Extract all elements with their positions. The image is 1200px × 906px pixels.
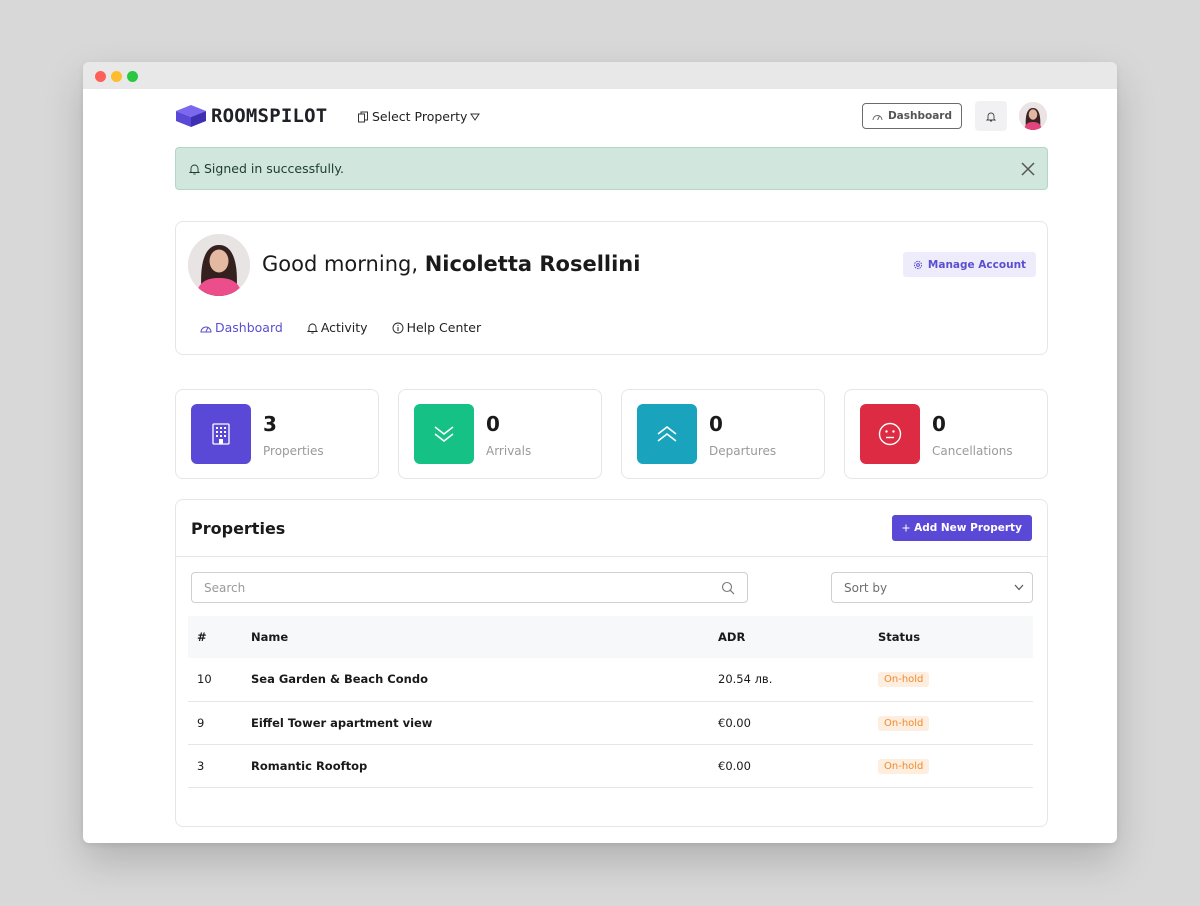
roomspilot-logo-icon — [176, 105, 206, 127]
stat-departures[interactable]: 0 Departures — [621, 389, 825, 479]
search-icon — [721, 581, 735, 595]
properties-table: # Name ADR Status 10 Sea Garden & Beach … — [188, 616, 1033, 788]
profile-card: Good morning, Nicoletta Rosellini Manage… — [175, 221, 1048, 355]
stat-properties[interactable]: 3 Properties — [175, 389, 379, 479]
tab-dashboard-label: Dashboard — [215, 320, 283, 335]
bell-icon — [306, 323, 318, 333]
success-alert: Signed in successfully. — [175, 147, 1048, 190]
row-id: 9 — [188, 701, 251, 745]
bell-icon — [986, 112, 996, 121]
stat-cancellations-icon-box — [860, 404, 920, 464]
row-name[interactable]: Sea Garden & Beach Condo — [251, 658, 718, 702]
column-header-name[interactable]: Name — [251, 616, 718, 658]
stat-cancellations-label: Cancellations — [932, 444, 1013, 458]
tab-activity[interactable]: Activity — [306, 320, 368, 335]
user-avatar[interactable] — [1019, 102, 1047, 130]
profile-tabs: Dashboard Activity Help Center — [200, 320, 481, 335]
stat-arrivals-value: 0 — [486, 412, 500, 436]
status-badge: On-hold — [878, 672, 930, 688]
manage-account-button[interactable]: Manage Account — [903, 252, 1036, 277]
table-row[interactable]: 3 Romantic Rooftop €0.00 On-hold — [188, 744, 1033, 788]
bell-icon — [189, 164, 200, 174]
stat-departures-icon-box — [637, 404, 697, 464]
column-header-status[interactable]: Status — [878, 616, 1033, 658]
status-badge: On-hold — [878, 715, 930, 731]
stat-departures-value: 0 — [709, 412, 723, 436]
plus-icon — [902, 524, 910, 532]
browser-window: ROOMSPILOT Select Property Dashboard Sig… — [83, 62, 1117, 843]
tab-help-center-label: Help Center — [406, 320, 482, 335]
tab-help-center[interactable]: Help Center — [392, 320, 482, 335]
properties-title: Properties — [191, 519, 286, 538]
user-name: Nicoletta Rosellini — [424, 252, 641, 276]
add-new-property-label: Add New Property — [914, 522, 1022, 534]
chevron-down-icon — [1014, 584, 1024, 591]
row-id: 3 — [188, 744, 251, 788]
stat-cancellations-value: 0 — [932, 412, 946, 436]
tab-activity-label: Activity — [320, 320, 368, 335]
minimize-window-button[interactable] — [111, 71, 122, 82]
gear-icon — [913, 260, 923, 269]
avatar-image — [188, 234, 250, 296]
tab-dashboard[interactable]: Dashboard — [200, 320, 283, 335]
status-badge: On-hold — [878, 758, 930, 774]
properties-header: Properties Add New Property — [176, 500, 1047, 557]
column-header-number[interactable]: # — [188, 616, 251, 658]
greeting-text: Good morning, — [262, 252, 419, 276]
stat-properties-icon-box — [191, 404, 251, 464]
notifications-button[interactable] — [975, 101, 1007, 131]
header-dashboard-label: Dashboard — [887, 110, 953, 122]
greeting: Good morning, Nicoletta Rosellini — [262, 252, 640, 276]
maximize-window-button[interactable] — [127, 71, 138, 82]
row-name[interactable]: Eiffel Tower apartment view — [251, 701, 718, 745]
neutral-face-icon — [878, 422, 902, 446]
stat-departures-label: Departures — [709, 444, 777, 458]
row-adr: 20.54 лв. — [718, 658, 878, 702]
speedometer-icon — [872, 114, 883, 120]
sort-placeholder: Sort by — [844, 580, 888, 595]
table-row[interactable]: 10 Sea Garden & Beach Condo 20.54 лв. On… — [188, 658, 1033, 702]
sort-select[interactable]: Sort by — [831, 572, 1033, 603]
page-content: ROOMSPILOT Select Property Dashboard Sig… — [175, 89, 1048, 827]
table-header-row: # Name ADR Status — [188, 616, 1033, 658]
profile-avatar — [188, 234, 250, 296]
buildings-icon — [358, 111, 368, 122]
row-name[interactable]: Romantic Rooftop — [251, 744, 718, 788]
alert-message: Signed in successfully. — [204, 161, 344, 176]
column-header-adr[interactable]: ADR — [718, 616, 878, 658]
speedometer-icon — [200, 326, 212, 332]
stat-properties-label: Properties — [263, 444, 324, 458]
chevron-double-down-icon — [434, 426, 454, 443]
stats-row: 3 Properties 0 Arrivals 0 Departures 0 C… — [175, 389, 1048, 479]
search-placeholder: Search — [204, 580, 246, 595]
manage-account-label: Manage Account — [927, 258, 1027, 271]
table-row[interactable]: 9 Eiffel Tower apartment view €0.00 On-h… — [188, 701, 1033, 745]
stat-properties-value: 3 — [263, 412, 277, 436]
avatar-image — [1019, 102, 1047, 130]
property-select-label: Select Property — [372, 109, 468, 124]
add-new-property-button[interactable]: Add New Property — [892, 515, 1032, 541]
stat-cancellations[interactable]: 0 Cancellations — [844, 389, 1048, 479]
row-id: 10 — [188, 658, 251, 702]
row-adr: €0.00 — [718, 701, 878, 745]
brand[interactable]: ROOMSPILOT — [175, 104, 327, 128]
search-input[interactable]: Search — [191, 572, 748, 603]
info-icon — [392, 322, 404, 333]
building-icon — [212, 423, 230, 445]
window-titlebar — [83, 62, 1117, 89]
stat-arrivals[interactable]: 0 Arrivals — [398, 389, 602, 479]
row-adr: €0.00 — [718, 744, 878, 788]
caret-down-icon — [470, 113, 481, 121]
header-dashboard-button[interactable]: Dashboard — [862, 103, 962, 129]
stat-arrivals-icon-box — [414, 404, 474, 464]
stat-arrivals-label: Arrivals — [486, 444, 532, 458]
chevron-double-up-icon — [657, 425, 677, 442]
close-window-button[interactable] — [95, 71, 106, 82]
property-select[interactable]: Select Property — [354, 109, 483, 124]
brand-name: ROOMSPILOT — [211, 105, 328, 127]
close-icon[interactable] — [1020, 161, 1036, 177]
properties-card: Properties Add New Property Search Sort … — [175, 499, 1048, 827]
top-header: ROOMSPILOT Select Property Dashboard — [175, 89, 1048, 147]
